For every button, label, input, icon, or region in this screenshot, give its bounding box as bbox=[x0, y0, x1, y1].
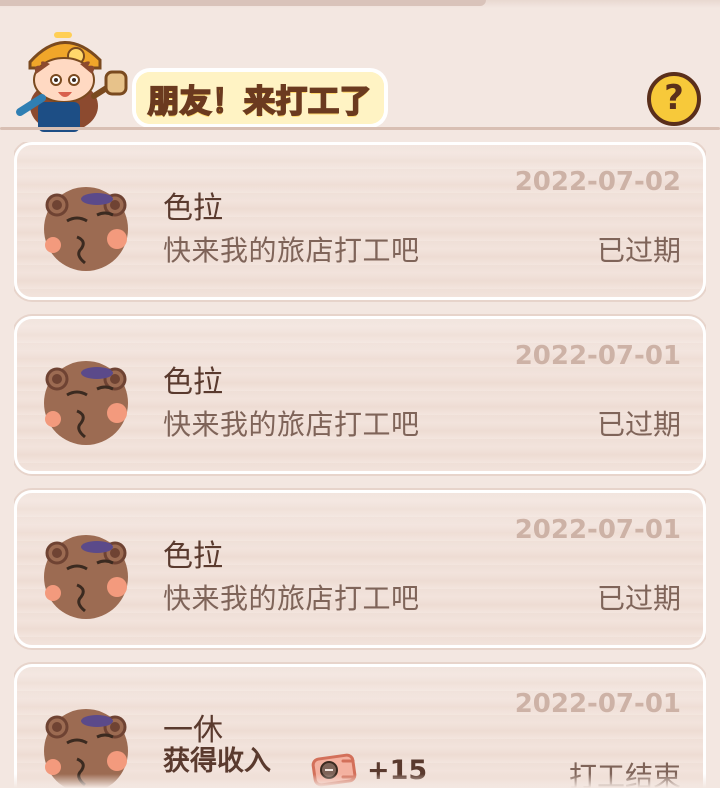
help-button[interactable]: ? bbox=[647, 72, 701, 126]
invitation-date: 2022-07-01 bbox=[514, 515, 681, 545]
bottom-fade bbox=[0, 774, 720, 788]
header: 朋友！来打工了 ? bbox=[0, 8, 720, 132]
invitation-message: 快来我的旅店打工吧 bbox=[163, 582, 420, 615]
invitation-message: 快来我的旅店打工吧 bbox=[163, 408, 420, 441]
friend-name: 色拉 bbox=[163, 191, 223, 226]
invitation-card[interactable]: 色拉 快来我的旅店打工吧 2022-07-02 已过期 bbox=[14, 142, 706, 300]
invitation-date: 2022-07-01 bbox=[514, 689, 681, 719]
invitation-date: 2022-07-01 bbox=[514, 341, 681, 371]
page-title: 朋友！来打工了 bbox=[147, 83, 372, 121]
bear-avatar-icon bbox=[39, 179, 133, 273]
invitation-status: 已过期 bbox=[596, 582, 681, 615]
question-icon: ? bbox=[664, 78, 684, 118]
header-divider bbox=[0, 127, 720, 130]
invitation-card[interactable]: 一休 获得收入 +15 2022-07-01 打工结束 bbox=[14, 664, 706, 788]
title-badge: 朋友！来打工了 bbox=[136, 72, 384, 124]
top-scroll-handle bbox=[0, 0, 486, 6]
bear-avatar-icon bbox=[39, 353, 133, 447]
invitation-status: 已过期 bbox=[596, 408, 681, 441]
friend-name: 色拉 bbox=[163, 539, 223, 574]
income-label: 获得收入 bbox=[163, 746, 271, 777]
friend-name: 色拉 bbox=[163, 365, 223, 400]
invitation-card[interactable]: 色拉 快来我的旅店打工吧 2022-07-01 已过期 bbox=[14, 490, 706, 648]
invitation-card[interactable]: 色拉 快来我的旅店打工吧 2022-07-01 已过期 bbox=[14, 316, 706, 474]
bear-avatar-icon bbox=[39, 527, 133, 621]
invitation-status: 已过期 bbox=[596, 234, 681, 267]
invitation-message: 快来我的旅店打工吧 bbox=[163, 234, 420, 267]
worker-girl-with-hammer-icon bbox=[8, 20, 130, 136]
invitation-list[interactable]: 色拉 快来我的旅店打工吧 2022-07-02 已过期 色拉 快来我的旅店打工吧… bbox=[14, 142, 706, 788]
invitation-date: 2022-07-02 bbox=[514, 167, 681, 197]
